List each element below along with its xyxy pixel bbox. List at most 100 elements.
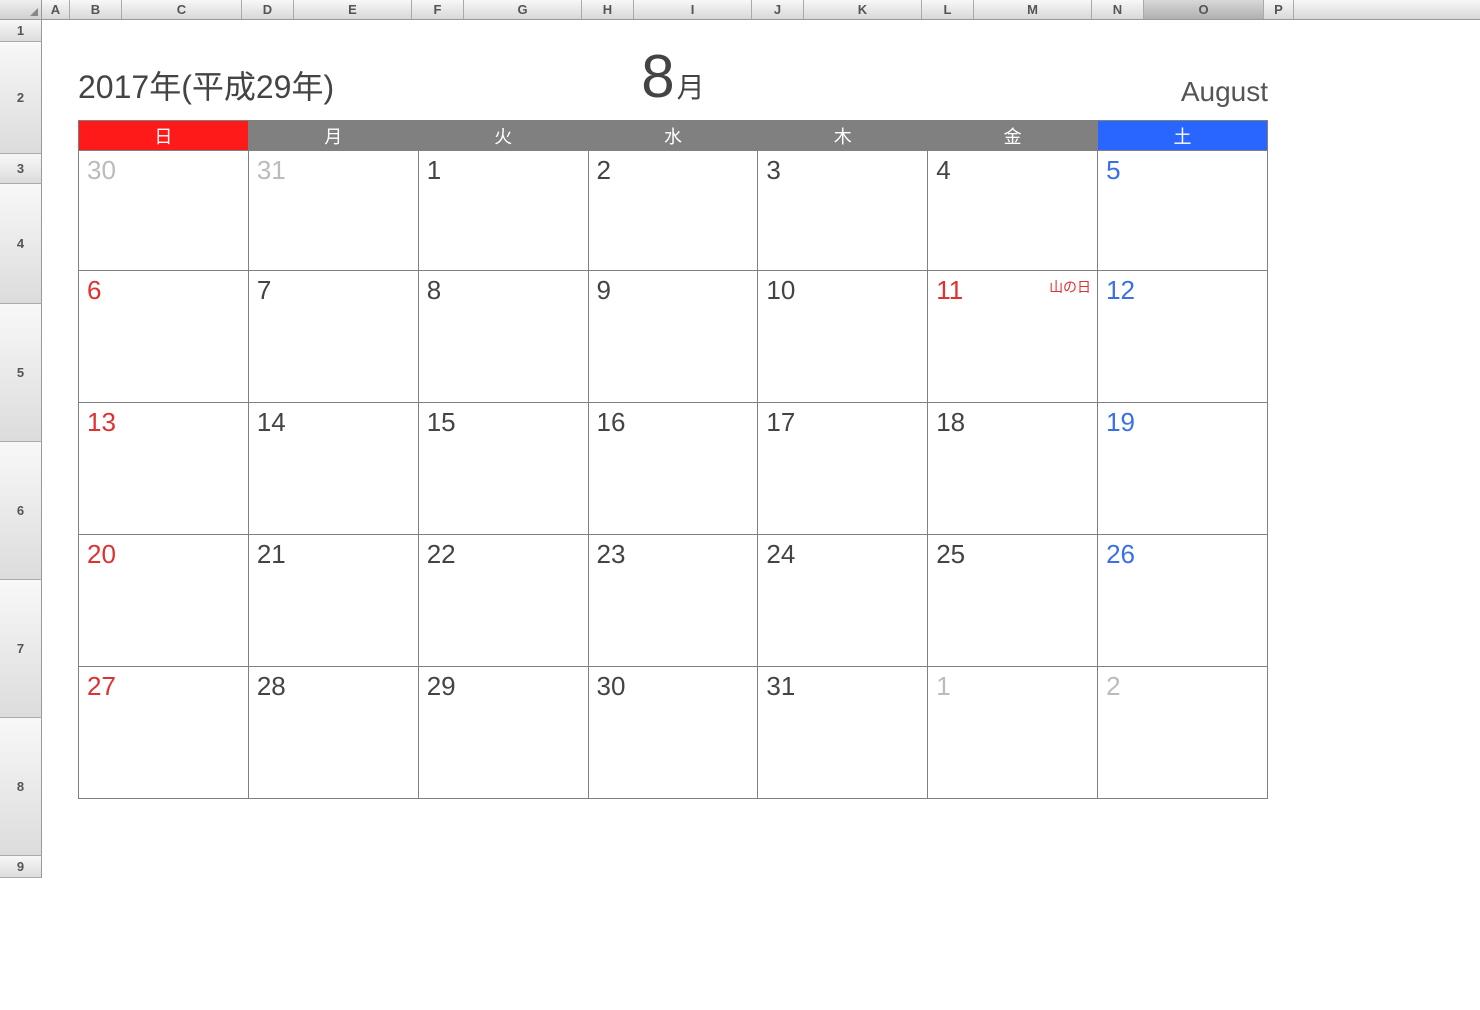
calendar-cell[interactable]: 12 xyxy=(1098,271,1268,403)
column-header-M[interactable]: M xyxy=(974,0,1092,19)
calendar-cell[interactable]: 1 xyxy=(928,667,1098,799)
calendar-cell[interactable]: 14 xyxy=(248,403,418,535)
day-number: 5 xyxy=(1106,155,1259,186)
row-header-4[interactable]: 4 xyxy=(0,184,42,304)
day-number: 8 xyxy=(427,275,580,306)
calendar-cell[interactable]: 17 xyxy=(758,403,928,535)
day-number: 1 xyxy=(936,671,1089,702)
column-header-L[interactable]: L xyxy=(922,0,974,19)
day-number: 2 xyxy=(1106,671,1259,702)
day-number: 2 xyxy=(597,155,750,186)
column-header-E[interactable]: E xyxy=(294,0,412,19)
select-all-corner[interactable] xyxy=(0,0,42,19)
calendar-cell[interactable]: 30 xyxy=(588,667,758,799)
calendar-cell[interactable]: 23 xyxy=(588,535,758,667)
row-header-5[interactable]: 5 xyxy=(0,304,42,442)
day-number: 6 xyxy=(87,275,240,306)
day-number: 18 xyxy=(936,407,1089,438)
calendar-cell[interactable]: 28 xyxy=(248,667,418,799)
calendar-cell[interactable]: 25 xyxy=(928,535,1098,667)
calendar-cell[interactable]: 26 xyxy=(1098,535,1268,667)
calendar-cell[interactable]: 10 xyxy=(758,271,928,403)
calendar-cell[interactable]: 16 xyxy=(588,403,758,535)
column-header-G[interactable]: G xyxy=(464,0,582,19)
day-number: 25 xyxy=(936,539,1089,570)
calendar-cell[interactable]: 8 xyxy=(418,271,588,403)
column-header-B[interactable]: B xyxy=(70,0,122,19)
calendar-week-row: 13 14 15 16 17 18 19 xyxy=(79,403,1268,535)
calendar-week-row: 20212223 24 25 26 xyxy=(79,535,1268,667)
column-header-F[interactable]: F xyxy=(412,0,464,19)
calendar-cell[interactable]: 31 xyxy=(248,151,418,271)
day-number: 30 xyxy=(597,671,750,702)
row-header-6[interactable]: 6 xyxy=(0,442,42,580)
calendar-week-row: 30 31 12345 xyxy=(79,151,1268,271)
calendar-cell[interactable]: 24 xyxy=(758,535,928,667)
day-number: 19 xyxy=(1106,407,1259,438)
column-header-K[interactable]: K xyxy=(804,0,922,19)
calendar-grid: 日月火水木金土 30311234567891011山の日121314151617… xyxy=(78,120,1268,799)
calendar-cell[interactable]: 30 xyxy=(79,151,249,271)
holiday-label: 山の日 xyxy=(1049,277,1091,297)
row-header-1[interactable]: 1 xyxy=(0,20,42,42)
weekday-header: 日 xyxy=(79,121,249,151)
day-number: 9 xyxy=(597,275,750,306)
day-number: 1 xyxy=(427,155,580,186)
calendar-cell[interactable]: 5 xyxy=(1098,151,1268,271)
day-number: 29 xyxy=(427,671,580,702)
column-header-A[interactable]: A xyxy=(42,0,70,19)
calendar-cell[interactable]: 3 xyxy=(758,151,928,271)
weekday-header: 水 xyxy=(588,121,758,151)
day-number: 15 xyxy=(427,407,580,438)
row-header-8[interactable]: 8 xyxy=(0,718,42,856)
day-number: 7 xyxy=(257,275,410,306)
row-header-9[interactable]: 9 xyxy=(0,856,42,878)
calendar-cell[interactable]: 9 xyxy=(588,271,758,403)
calendar-cell[interactable]: 29 xyxy=(418,667,588,799)
column-header-J[interactable]: J xyxy=(752,0,804,19)
calendar-cell[interactable]: 7 xyxy=(248,271,418,403)
month-number: 8 xyxy=(641,42,674,111)
calendar-cell[interactable]: 21 xyxy=(248,535,418,667)
calendar-cell[interactable]: 18 xyxy=(928,403,1098,535)
column-header-C[interactable]: C xyxy=(122,0,242,19)
row-header-2[interactable]: 2 xyxy=(0,42,42,154)
day-number: 31 xyxy=(257,155,410,186)
day-number: 28 xyxy=(257,671,410,702)
calendar-cell[interactable]: 13 xyxy=(79,403,249,535)
calendar-cell[interactable]: 6 xyxy=(79,271,249,403)
calendar-cell[interactable]: 20 xyxy=(79,535,249,667)
column-header-N[interactable]: N xyxy=(1092,0,1144,19)
calendar-cell[interactable]: 11山の日 xyxy=(928,271,1098,403)
month-english: August xyxy=(1181,76,1268,108)
day-number: 4 xyxy=(936,155,1089,186)
calendar-cell[interactable]: 1 xyxy=(418,151,588,271)
calendar-cell[interactable]: 4 xyxy=(928,151,1098,271)
calendar-cell[interactable]: 15 xyxy=(418,403,588,535)
day-number: 27 xyxy=(87,671,240,702)
day-number: 14 xyxy=(257,407,410,438)
day-number: 12 xyxy=(1106,275,1259,306)
sheet-content[interactable]: 2017年(平成29年) 8 月 August 日月火水木金土 30311234… xyxy=(42,20,1480,878)
column-header-D[interactable]: D xyxy=(242,0,294,19)
column-header-O[interactable]: O xyxy=(1144,0,1264,19)
calendar-cell[interactable]: 2 xyxy=(1098,667,1268,799)
day-number: 24 xyxy=(766,539,919,570)
column-header-I[interactable]: I xyxy=(634,0,752,19)
row-header-3[interactable]: 3 xyxy=(0,154,42,184)
calendar-cell[interactable]: 19 xyxy=(1098,403,1268,535)
day-number: 17 xyxy=(766,407,919,438)
calendar-cell[interactable]: 22 xyxy=(418,535,588,667)
row-header-7[interactable]: 7 xyxy=(0,580,42,718)
calendar-cell[interactable]: 31 xyxy=(758,667,928,799)
column-header-row: ABCDEFGHIJKLMNOP xyxy=(0,0,1480,20)
column-header-H[interactable]: H xyxy=(582,0,634,19)
calendar-cell[interactable]: 27 xyxy=(79,667,249,799)
column-header-P[interactable]: P xyxy=(1264,0,1294,19)
calendar-cell[interactable]: 2 xyxy=(588,151,758,271)
month-label: 8 月 xyxy=(641,42,704,111)
day-number: 3 xyxy=(766,155,919,186)
calendar-week-row: 27 28 29 30 31 12 xyxy=(79,667,1268,799)
month-suffix: 月 xyxy=(677,66,705,106)
day-number: 30 xyxy=(87,155,240,186)
